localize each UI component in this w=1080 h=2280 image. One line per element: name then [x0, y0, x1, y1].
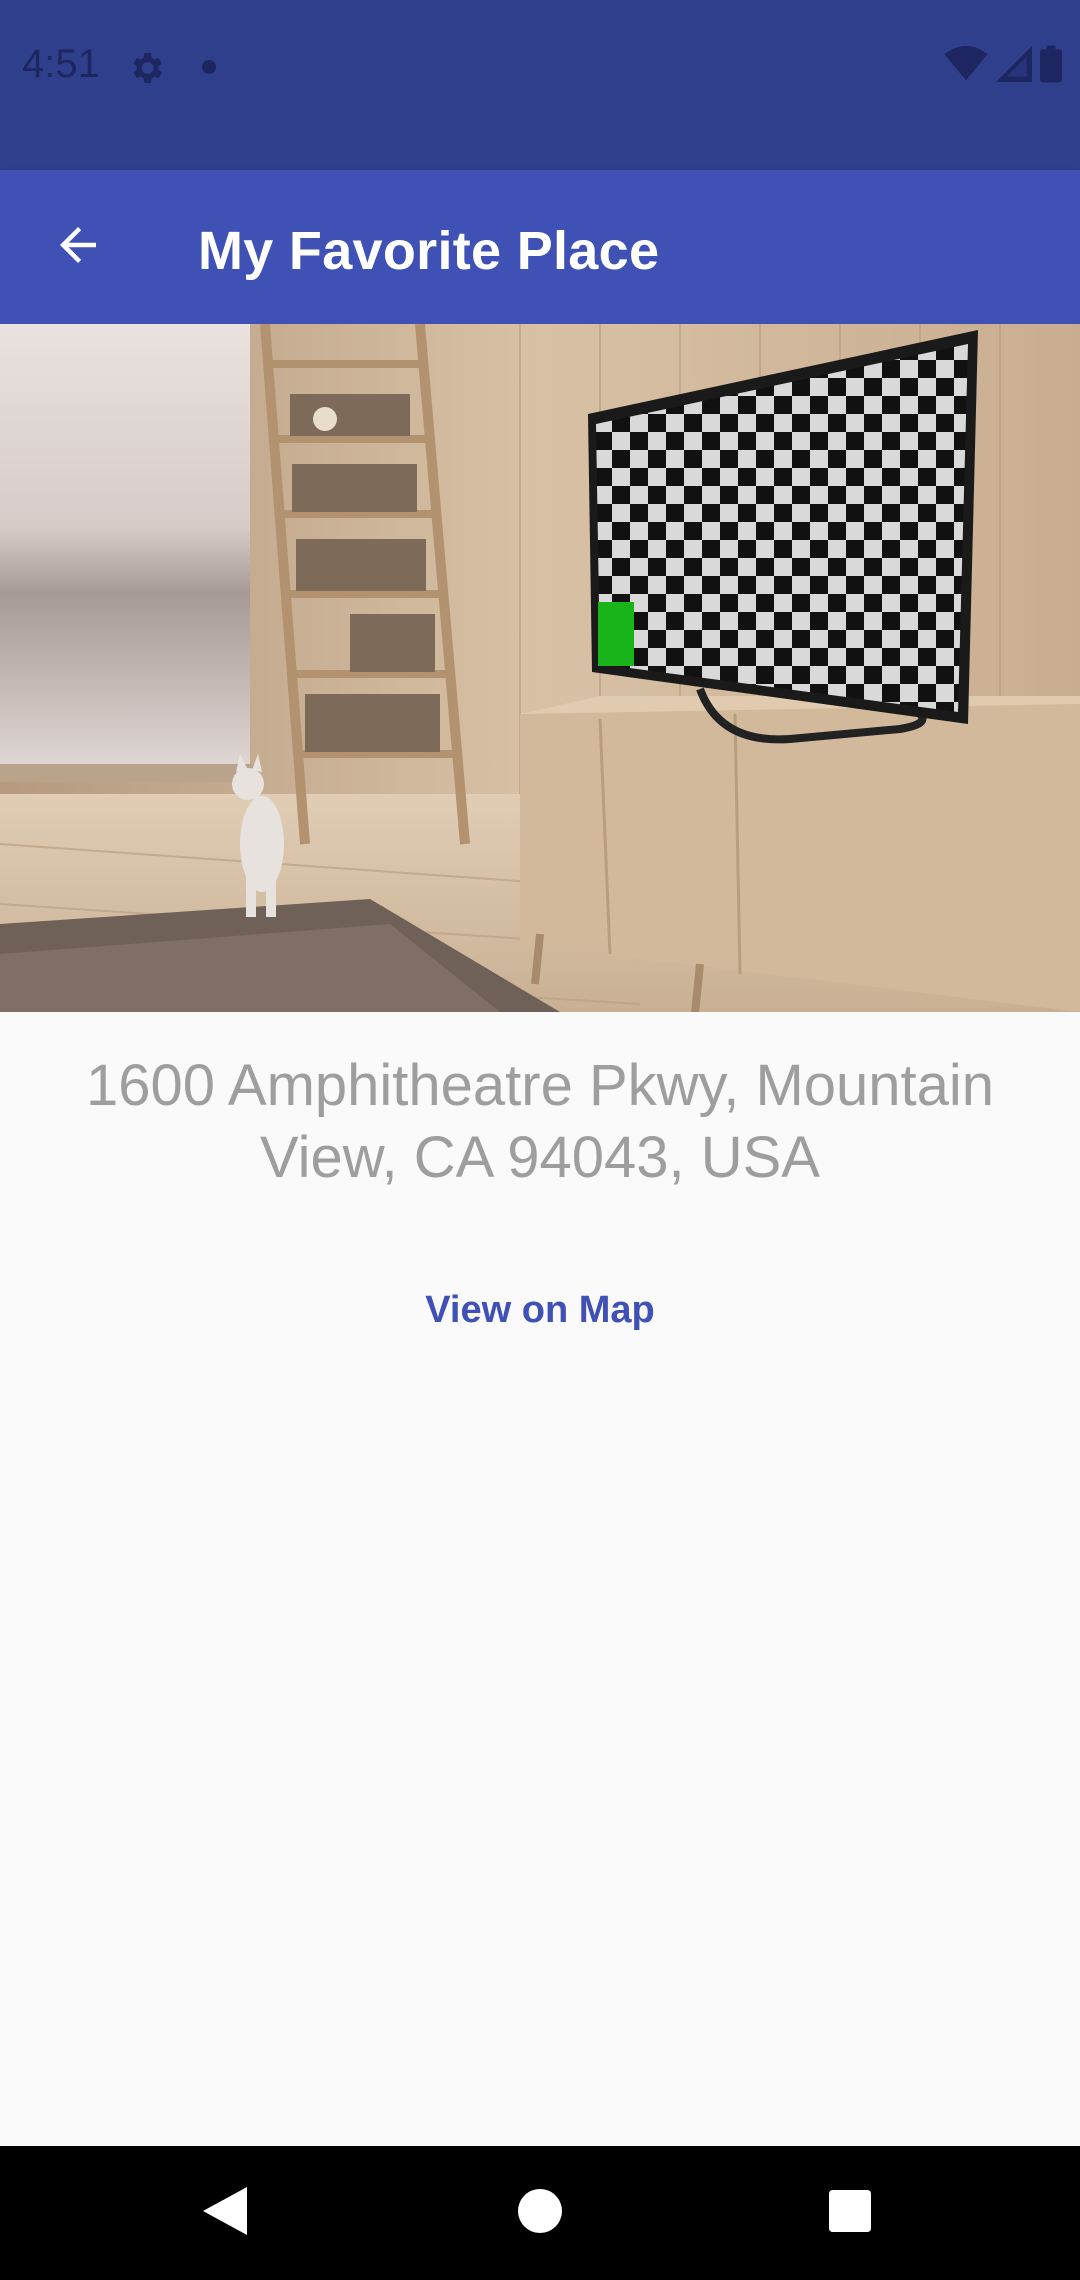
back-triangle-icon [203, 2186, 247, 2240]
recents-square-icon [829, 2189, 871, 2237]
battery-icon [1040, 45, 1062, 88]
status-icons [944, 44, 1062, 88]
notification-dot-icon [202, 60, 216, 74]
nav-recents-button[interactable] [780, 2146, 920, 2280]
nav-home-button[interactable] [470, 2146, 610, 2280]
app-bar: My Favorite Place [0, 170, 1080, 324]
wifi-icon [944, 45, 988, 87]
gear-icon [126, 48, 166, 88]
place-photo [0, 324, 1080, 1012]
back-button[interactable] [30, 202, 126, 292]
status-time: 4:51 [22, 42, 100, 86]
navigation-bar [0, 2146, 1080, 2280]
page-title: My Favorite Place [198, 221, 660, 281]
signal-icon [996, 45, 1032, 87]
view-on-map-button[interactable]: View on Map [390, 1270, 690, 1350]
address-text: 1600 Amphitheatre Pkwy, Mountain View, C… [85, 1053, 995, 1190]
arrow-back-icon [51, 218, 105, 277]
status-bar: 4:51 [0, 0, 1080, 170]
home-circle-icon [518, 2188, 562, 2238]
nav-back-button[interactable] [155, 2146, 295, 2280]
